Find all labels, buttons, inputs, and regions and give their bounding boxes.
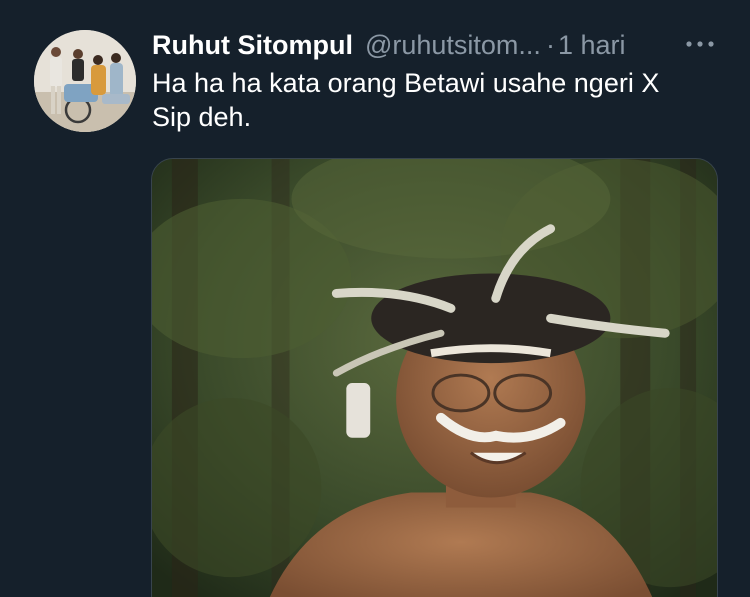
tweet-card[interactable]: Ruhut Sitompul @ruhutsitom... · 1 hari H… xyxy=(0,0,750,597)
tweet-text-line: Ha ha ha kata orang Betawi usahe ngeri X xyxy=(152,68,660,98)
separator-dot: · xyxy=(545,30,555,60)
tweet-timestamp[interactable]: 1 hari xyxy=(558,28,626,62)
avatar[interactable] xyxy=(34,30,136,132)
tweet-header: Ruhut Sitompul @ruhutsitom... · 1 hari xyxy=(152,28,625,62)
author-handle[interactable]: @ruhutsitom... xyxy=(365,28,541,62)
tweet-media-photo[interactable] xyxy=(151,158,718,597)
tweet-text: Ha ha ha kata orang Betawi usahe ngeri X… xyxy=(152,66,732,134)
author-name[interactable]: Ruhut Sitompul xyxy=(152,28,353,62)
tweet-text-line: Sip deh. xyxy=(152,102,252,132)
more-horizontal-icon[interactable] xyxy=(684,30,716,58)
